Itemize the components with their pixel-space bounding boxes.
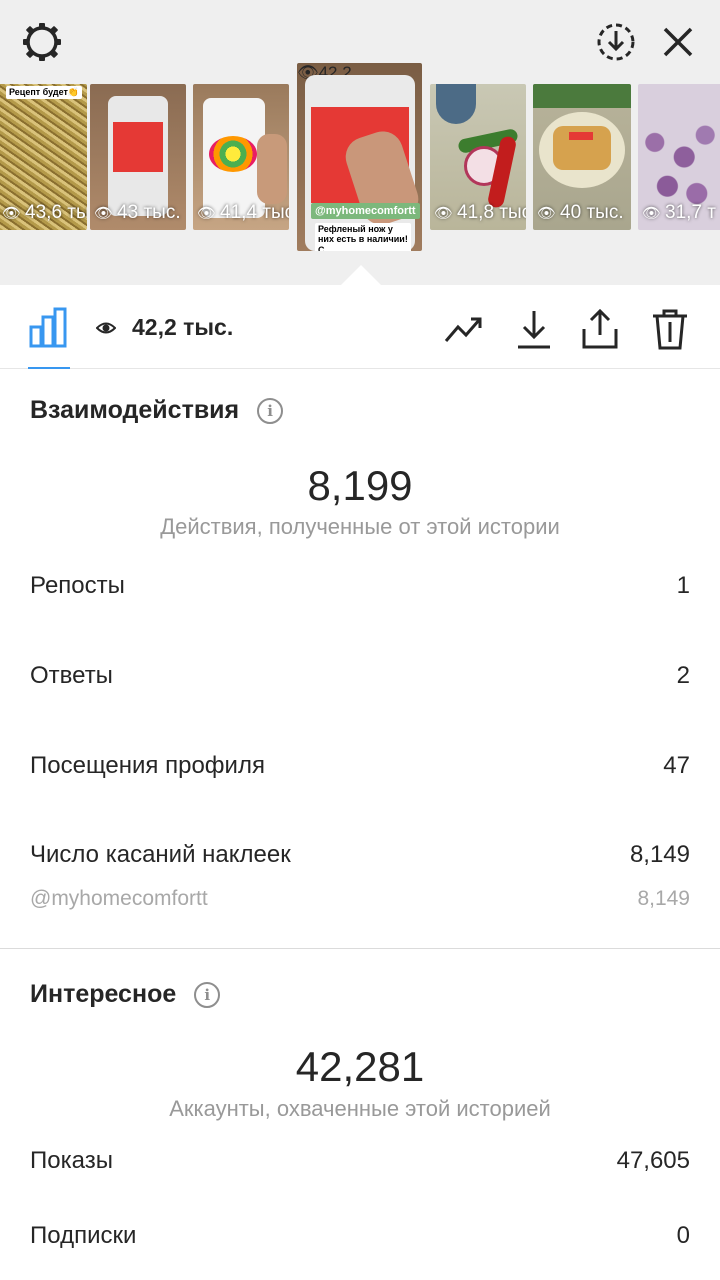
eye-icon: 👁 bbox=[642, 205, 662, 222]
stat-row-impressions: Показы 47,605 bbox=[30, 1147, 690, 1175]
stat-label: Показы bbox=[30, 1147, 113, 1174]
trash-icon[interactable] bbox=[646, 305, 694, 353]
thumbnail-views: 👁 40 тыс. bbox=[537, 202, 624, 223]
stat-value: 8,149 bbox=[629, 841, 690, 868]
stat-value: 47 bbox=[663, 752, 690, 779]
story-mention-sticker: @myhomecomfortt bbox=[311, 203, 420, 219]
discovery-subtitle: Аккаунты, охваченные этой историей bbox=[169, 1096, 551, 1121]
story-thumbnail[interactable]: 👁 41,4 тыс bbox=[193, 84, 289, 230]
stat-label: Репосты bbox=[30, 572, 125, 599]
stat-value: 8,149 bbox=[637, 887, 690, 910]
bar-chart-icon[interactable] bbox=[24, 303, 72, 351]
stat-row-follows: Подписки 0 bbox=[30, 1222, 690, 1250]
eye-icon: 👁 bbox=[537, 205, 557, 222]
trend-icon[interactable] bbox=[440, 305, 488, 353]
stat-value: 1 bbox=[676, 572, 690, 599]
thumbnail-views: 👁 41,8 тыс bbox=[434, 202, 526, 223]
stat-label: Подписки bbox=[30, 1222, 137, 1249]
stat-row-reposts: Репосты 1 bbox=[30, 572, 690, 600]
interactions-subtitle: Действия, полученные от этой истории bbox=[160, 514, 560, 539]
eye-icon: 👁 bbox=[2, 205, 22, 222]
selected-story-pointer bbox=[341, 265, 381, 285]
story-thumbnail[interactable]: 👁 40 тыс. bbox=[533, 84, 631, 230]
stat-subrow-mention: @myhomecomfortt 8,149 bbox=[30, 887, 690, 911]
thumbnail-views: 👁 43,6 ты bbox=[2, 202, 87, 223]
story-thumbnail-active[interactable]: @myhomecomfortt Рефленый нож у них есть … bbox=[297, 63, 422, 251]
stat-label: Посещения профиля bbox=[30, 752, 265, 779]
stat-label: Ответы bbox=[30, 662, 113, 689]
stat-value: 2 bbox=[676, 662, 690, 689]
views-total: 42,2 тыс. bbox=[95, 313, 234, 341]
download-icon[interactable] bbox=[510, 305, 558, 353]
thumbnail-views: 👁 41,4 тыс bbox=[197, 202, 289, 223]
stat-label: @myhomecomfortt bbox=[30, 887, 208, 910]
thumbnail-views: 👁 31,7 т bbox=[642, 202, 717, 223]
stat-row-replies: Ответы 2 bbox=[30, 662, 690, 690]
stat-value: 0 bbox=[676, 1222, 690, 1249]
views-total-value: 42,2 тыс. bbox=[132, 313, 234, 340]
section-divider bbox=[0, 948, 720, 949]
interactions-title: Взаимодействия i bbox=[30, 396, 284, 425]
eye-icon: 👁 bbox=[434, 205, 454, 222]
story-thumbnail[interactable]: Рецепт будет👏 👁 43,6 ты bbox=[0, 84, 87, 230]
stat-label: Число касаний наклеек bbox=[30, 841, 291, 868]
story-thumbnail[interactable]: 👁 41,8 тыс bbox=[430, 84, 526, 230]
thumbnail-views: 👁 43 тыс. bbox=[94, 202, 181, 223]
eye-icon bbox=[95, 314, 117, 341]
story-thumbnails: Рецепт будет👏 👁 43,6 ты 👁 43 тыс. 👁 41,4 ты… bbox=[0, 0, 720, 285]
stat-value: 47,605 bbox=[616, 1147, 690, 1174]
discovery-title: Интересное i bbox=[30, 980, 221, 1009]
eye-icon: 👁 bbox=[197, 205, 217, 222]
insights-toolbar: 42,2 тыс. bbox=[0, 285, 720, 369]
info-icon[interactable]: i bbox=[194, 981, 221, 1008]
stat-row-sticker-taps: Число касаний наклеек 8,149 bbox=[30, 841, 690, 869]
interactions-total: 8,199 bbox=[307, 462, 413, 509]
discovery-total: 42,281 bbox=[295, 1043, 425, 1090]
share-icon[interactable] bbox=[576, 305, 624, 353]
active-tab-indicator bbox=[28, 367, 70, 369]
story-thumbnail[interactable]: 👁 31,7 т bbox=[638, 84, 720, 230]
stat-row-profile-visits: Посещения профиля 47 bbox=[30, 752, 690, 780]
eye-icon: 👁 bbox=[94, 205, 114, 222]
thumbnail-overlay: Рецепт будет👏 bbox=[6, 86, 83, 99]
story-caption: Рефленый нож у них есть в наличии!С. bbox=[315, 223, 411, 251]
info-icon[interactable]: i bbox=[257, 397, 284, 424]
story-thumbnail[interactable]: 👁 43 тыс. bbox=[90, 84, 186, 230]
